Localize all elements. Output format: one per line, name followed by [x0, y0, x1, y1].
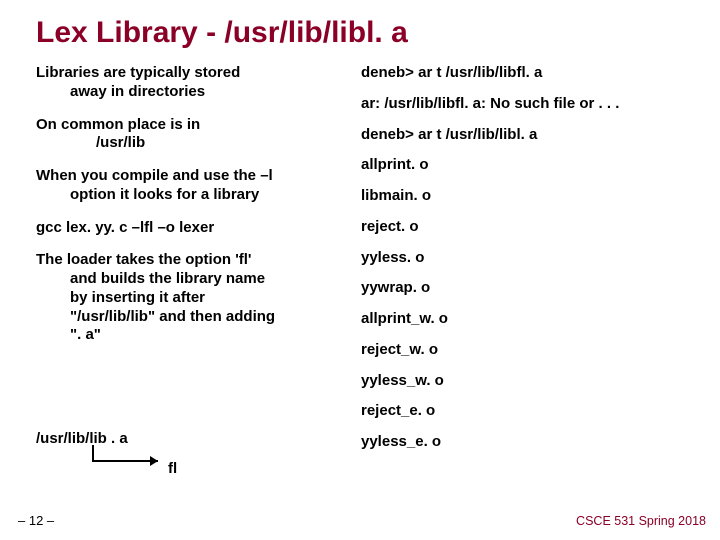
- term-line-4: allprint. o: [361, 156, 708, 175]
- term-line-12: reject_e. o: [361, 402, 708, 421]
- p5-line2: and builds the library name: [36, 270, 351, 289]
- term-line-1: deneb> ar t /usr/lib/libfl. a: [361, 64, 708, 83]
- right-column: deneb> ar t /usr/lib/libfl. a ar: /usr/l…: [361, 64, 708, 464]
- term-line-6: reject. o: [361, 218, 708, 237]
- p3-line2: option it looks for a library: [36, 186, 351, 205]
- para-1: Libraries are typically stored away in d…: [36, 64, 351, 102]
- p2-line1: On common place is in: [36, 116, 200, 133]
- term-line-9: allprint_w. o: [361, 310, 708, 329]
- term-line-5: libmain. o: [361, 187, 708, 206]
- p2-line2: /usr/lib: [36, 134, 351, 153]
- para-2: On common place is in /usr/lib: [36, 116, 351, 154]
- p5-line5: ". a": [36, 326, 351, 345]
- p1-line2: away in directories: [36, 83, 351, 102]
- left-column: Libraries are typically stored away in d…: [36, 64, 361, 464]
- term-line-11: yyless_w. o: [361, 372, 708, 391]
- p3-line1: When you compile and use the –l: [36, 167, 273, 184]
- content-columns: Libraries are typically stored away in d…: [0, 58, 720, 464]
- para-3: When you compile and use the –l option i…: [36, 167, 351, 205]
- term-line-13: yyless_e. o: [361, 433, 708, 452]
- para-5: The loader takes the option 'fl' and bui…: [36, 251, 351, 345]
- term-line-7: yyless. o: [361, 249, 708, 268]
- term-line-2: ar: /usr/lib/libfl. a: No such file or .…: [361, 95, 708, 114]
- page-number: – 12 –: [18, 513, 54, 528]
- term-line-8: yywrap. o: [361, 279, 708, 298]
- p5-line1: The loader takes the option 'fl': [36, 251, 252, 268]
- term-line-10: reject_w. o: [361, 341, 708, 360]
- p1-line1: Libraries are typically stored: [36, 64, 240, 81]
- arrow-icon: [88, 443, 168, 473]
- para-4: gcc lex. yy. c –lfl –o lexer: [36, 219, 351, 238]
- fl-label: fl: [168, 460, 177, 477]
- slide-title: Lex Library - /usr/lib/libl. a: [0, 0, 720, 58]
- p5-line4: "/usr/lib/lib" and then adding: [36, 308, 351, 327]
- p5-line3: by inserting it after: [36, 289, 351, 308]
- course-footer: CSCE 531 Spring 2018: [576, 514, 706, 528]
- term-line-3: deneb> ar t /usr/lib/libl. a: [361, 126, 708, 145]
